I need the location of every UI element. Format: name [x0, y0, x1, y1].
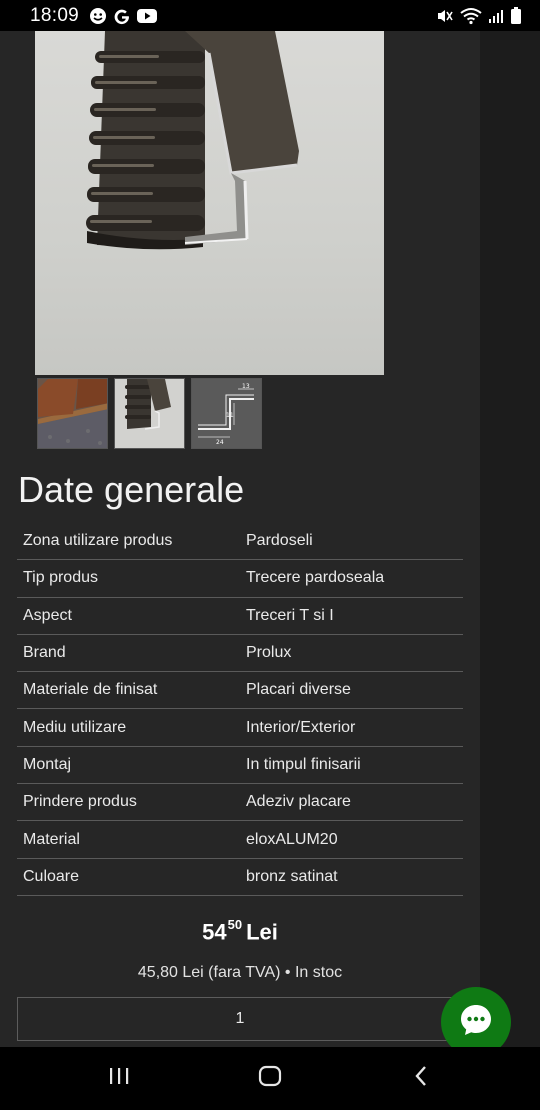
price-decimals: 50	[227, 917, 243, 932]
spec-key: Tip produs	[23, 569, 98, 587]
spec-key: Montaj	[23, 755, 72, 773]
dimension-label-top: 13	[242, 383, 250, 390]
spec-value: Pardoseli	[246, 532, 313, 550]
table-row: Brand Prolux	[17, 635, 463, 673]
table-row: Aspect Treceri T si I	[17, 598, 463, 635]
price-currency: Lei	[246, 919, 278, 945]
spec-key: Culoare	[23, 867, 80, 885]
table-row: Material eloxALUM20	[17, 821, 463, 859]
mute-icon	[436, 7, 454, 25]
spec-key: Aspect	[23, 606, 72, 624]
spec-value: In timpul finisarii	[246, 755, 361, 773]
table-row: Materiale de finisat Placari diverse	[17, 672, 463, 710]
spec-value: Placari diverse	[246, 681, 351, 699]
price-subline: 45,80 Lei (fara TVA) • In stoc	[137, 964, 343, 981]
home-button[interactable]	[230, 1047, 310, 1110]
table-row: Prindere produs Adeziv placare	[17, 784, 463, 822]
thumbnail-strip: 13 11 24	[37, 378, 262, 449]
spec-value: Adeziv placare	[246, 793, 351, 811]
spec-value: bronz satinat	[246, 867, 338, 885]
signal-icon	[488, 8, 504, 24]
product-price: 5450 Lei	[0, 917, 480, 945]
spec-value: Interior/Exterior	[246, 718, 356, 736]
spec-key: Materiale de finisat	[23, 681, 158, 699]
price-integer: 54	[202, 919, 227, 945]
right-gutter	[480, 31, 540, 1047]
back-button[interactable]	[381, 1047, 461, 1110]
product-page: 13 11 24 Date generale Zona utilizare pr…	[0, 31, 540, 1047]
spec-value: eloxALUM20	[246, 830, 338, 848]
recent-apps-button[interactable]	[79, 1047, 159, 1110]
dimension-label-width: 24	[216, 439, 224, 446]
section-title: Date generale	[18, 469, 245, 510]
system-nav-bar	[0, 1047, 540, 1110]
table-row: Montaj In timpul finisarii	[17, 747, 463, 785]
battery-icon	[510, 6, 522, 25]
spec-key: Zona utilizare produs	[23, 532, 173, 550]
face-icon	[89, 7, 107, 25]
spec-value: Treceri T si I	[246, 606, 334, 624]
spec-table: Zona utilizare produs Pardoseli Tip produ…	[17, 523, 463, 896]
status-bar: 18:09	[0, 0, 540, 31]
thumbnail-aluminium-profile[interactable]	[114, 378, 185, 449]
spec-key: Prindere produs	[23, 793, 137, 811]
chat-bubble-icon	[458, 1002, 494, 1043]
dimension-label-height: 11	[226, 412, 234, 419]
youtube-icon	[137, 8, 158, 24]
google-icon	[113, 7, 131, 25]
recent-apps-icon	[108, 1066, 130, 1091]
wifi-icon	[460, 7, 482, 25]
thumbnail-dimension-drawing[interactable]: 13 11 24	[191, 378, 262, 449]
product-main-image[interactable]	[35, 31, 384, 375]
thumbnail-floor-transition[interactable]	[37, 378, 108, 449]
back-icon	[413, 1065, 429, 1092]
spec-key: Material	[23, 830, 80, 848]
status-time: 18:09	[30, 4, 80, 26]
home-icon	[258, 1065, 282, 1092]
spec-key: Brand	[23, 644, 66, 662]
spec-key: Mediu utilizare	[23, 718, 127, 736]
table-row: Culoare bronz satinat	[17, 859, 463, 896]
table-row: Zona utilizare produs Pardoseli	[17, 523, 463, 561]
spec-value: Trecere pardoseala	[246, 569, 385, 587]
table-row: Mediu utilizare Interior/Exterior	[17, 709, 463, 747]
table-row: Tip produs Trecere pardoseala	[17, 560, 463, 598]
spec-value: Prolux	[246, 644, 292, 662]
quantity-input[interactable]: 1	[17, 997, 463, 1041]
